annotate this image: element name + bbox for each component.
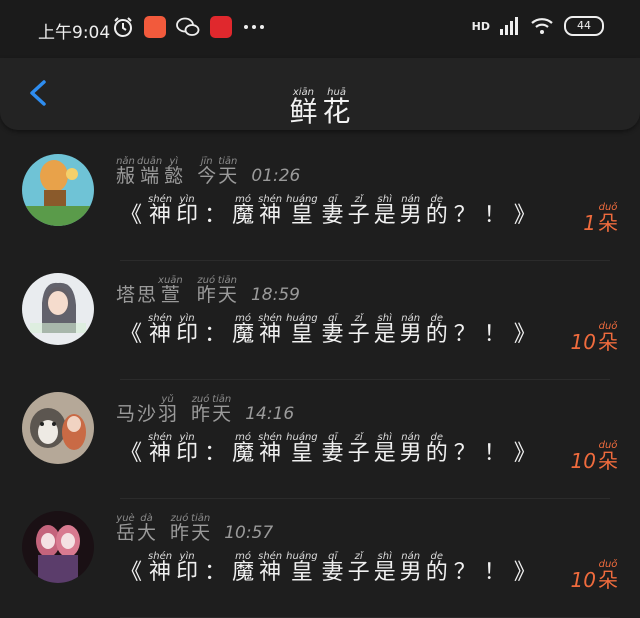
item-time: 18:59 [250,285,300,305]
more-icon [244,25,264,29]
flower-count: 10 duǒ 朵 [570,321,618,354]
sender-name: yuè 岳 dà 大 [116,513,157,544]
orange-app-icon [144,16,166,38]
item-message: 《 shén 神 yìn 印 ： mó 魔 shén 神 huáng 皇 qī 妻 zǐ 子 … [120,313,536,347]
item-message: 《 shén 神 yìn 印 ： mó 魔 shén 神 huáng 皇 qī 妻 zǐ 子 … [120,551,536,585]
signal-icon [500,17,518,35]
flower-count: 1 duǒ 朵 [583,202,618,235]
item-day: jīn 今 tiān 天 [197,156,238,187]
item-time: 01:26 [251,166,301,186]
sender-name: 马 沙 yǔ 羽 [116,394,178,425]
avatar[interactable] [22,154,94,226]
alarm-icon [114,17,132,37]
list-item[interactable]: 马 沙 yǔ 羽 zuó 昨 tiān 天 14:16 《 shén 神 yìn 印 ： … [0,380,640,499]
sender-name: nǎn 赧 duān 端 yì 懿 [116,156,184,187]
status-bar: 上午9:04 HD 44 [0,0,640,58]
item-day: zuó 昨 tiān 天 [170,513,211,544]
flower-count: 10 duǒ 朵 [570,559,618,592]
flower-count: 10 duǒ 朵 [570,440,618,473]
item-day: zuó 昨 tiān 天 [196,275,237,306]
battery-icon: 44 [564,16,604,36]
status-app-icons [112,16,266,38]
network-label: HD [471,19,490,33]
wifi-icon [531,18,553,34]
flower-list: nǎn 赧 duān 端 yì 懿 jīn 今 tiān 天 01:26 《 shén 神 … [0,142,640,618]
item-meta: nǎn 赧 duān 端 yì 懿 jīn 今 tiān 天 01:26 [116,156,300,186]
title-char: huā 花 [322,87,351,128]
avatar[interactable] [22,511,94,583]
item-time: 10:57 [224,523,274,543]
avatar[interactable] [22,392,94,464]
item-time: 14:16 [245,404,295,424]
status-time: 上午9:04 [38,23,111,43]
title-char: xiān 鲜 [289,87,318,128]
item-meta: yuè 岳 dà 大 zuó 昨 tiān 天 10:57 [116,513,273,543]
item-message: 《 shén 神 yìn 印 ： mó 魔 shén 神 huáng 皇 qī 妻 zǐ 子 … [120,194,536,228]
item-day: zuó 昨 tiān 天 [191,394,232,425]
status-right: HD 44 [472,16,604,36]
avatar[interactable] [22,273,94,345]
sender-name: 塔 思 xuān 萱 [116,275,183,306]
wechat-icon [176,17,200,36]
list-item[interactable]: nǎn 赧 duān 端 yì 懿 jīn 今 tiān 天 01:26 《 shén 神 … [0,142,640,261]
list-item[interactable]: yuè 岳 dà 大 zuó 昨 tiān 天 10:57 《 shén 神 yìn 印 ：… [0,499,640,618]
item-meta: 塔 思 xuān 萱 zuó 昨 tiān 天 18:59 [116,275,300,305]
item-message: 《 shén 神 yìn 印 ： mó 魔 shén 神 huáng 皇 qī 妻 zǐ 子 … [120,432,536,466]
item-meta: 马 沙 yǔ 羽 zuó 昨 tiān 天 14:16 [116,394,294,424]
red-app-icon [210,16,232,38]
header: xiān 鲜 huā 花 [0,58,640,130]
list-item[interactable]: 塔 思 xuān 萱 zuó 昨 tiān 天 18:59 《 shén 神 yìn 印 … [0,261,640,380]
page-title: xiān 鲜 huā 花 [0,80,640,126]
